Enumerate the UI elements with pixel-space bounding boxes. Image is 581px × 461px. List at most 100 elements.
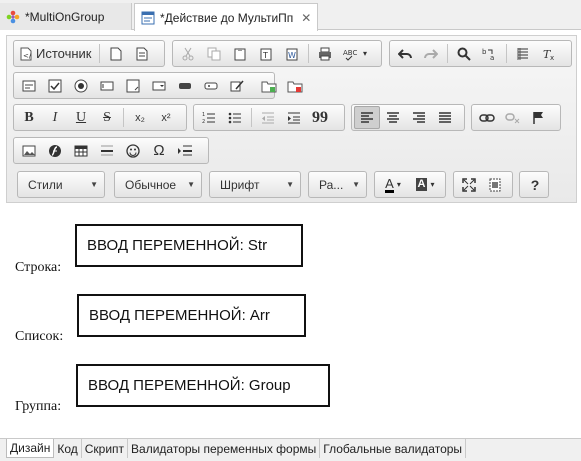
cut-button[interactable]	[175, 42, 201, 65]
text-color-icon: A	[385, 175, 394, 193]
font-dropdown[interactable]: Шрифт ▼	[209, 171, 301, 198]
justify-button[interactable]	[432, 106, 458, 129]
undo-button[interactable]	[392, 42, 418, 65]
maximize-button[interactable]	[456, 173, 482, 196]
radio-icon	[74, 79, 88, 92]
editor-tab-bar: *MultiOnGroup *Действие до МультиПп ✕	[0, 0, 581, 31]
subscript-button[interactable]: x₂	[127, 106, 153, 129]
radio-button[interactable]	[68, 74, 94, 97]
numbered-list-button[interactable]: 12	[196, 106, 222, 129]
paste-button[interactable]	[227, 42, 253, 65]
anchor-button[interactable]	[526, 106, 552, 129]
page-break-button[interactable]	[172, 139, 198, 162]
replace-icon: ba	[482, 48, 494, 61]
horizontal-rule-button[interactable]	[94, 139, 120, 162]
paste-text-button[interactable]: T	[253, 42, 279, 65]
unlink-button[interactable]	[500, 106, 526, 129]
bg-color-button[interactable]: A ▾	[409, 173, 441, 196]
close-icon[interactable]: ✕	[301, 11, 311, 25]
tab-script[interactable]: Скрипт	[82, 439, 129, 458]
bulleted-list-icon	[228, 112, 241, 123]
replace-button[interactable]: ba	[477, 42, 503, 65]
size-dropdown[interactable]: Ра... ▼	[308, 171, 367, 198]
flash-button[interactable]	[42, 139, 68, 162]
remove-format-icon: Tx	[543, 48, 554, 61]
remove-field-button[interactable]	[282, 74, 308, 97]
field-label-string: Строка:	[15, 260, 62, 275]
hidden-field-button[interactable]	[224, 74, 250, 97]
align-left-icon	[361, 111, 373, 123]
editor-content[interactable]: Строка: ВВОД ПЕРЕМЕННОЙ: Str Список: ВВО…	[0, 205, 581, 438]
find-button[interactable]	[451, 42, 477, 65]
blockquote-button[interactable]: 99	[307, 106, 333, 129]
styles-dropdown[interactable]: Стили ▼	[17, 171, 105, 198]
tab-multiongroup[interactable]: *MultiOnGroup	[0, 3, 132, 30]
tab-form-variable-validators[interactable]: Валидаторы переменных формы	[128, 439, 321, 458]
align-left-button[interactable]	[354, 106, 380, 129]
variable-input-group[interactable]: ВВОД ПЕРЕМЕННОЙ: Group	[76, 364, 330, 407]
preview-button[interactable]	[129, 42, 155, 65]
checkbox-icon	[48, 79, 62, 92]
select-button[interactable]	[146, 74, 172, 97]
bold-button[interactable]: B	[16, 106, 42, 129]
tab-action-before-multipp[interactable]: *Действие до МультиПп ✕	[134, 3, 318, 31]
links-group	[471, 104, 561, 131]
tab-global-validators[interactable]: Глобальные валидаторы	[320, 439, 467, 458]
new-page-button[interactable]	[103, 42, 129, 65]
variable-input-list[interactable]: ВВОД ПЕРЕМЕННОЙ: Arr	[77, 294, 306, 337]
indent-button[interactable]	[281, 106, 307, 129]
add-field-button[interactable]	[256, 74, 282, 97]
show-blocks-button[interactable]	[482, 173, 508, 196]
select-all-button[interactable]	[510, 42, 536, 65]
variable-input-string[interactable]: ВВОД ПЕРЕМЕННОЙ: Str	[75, 224, 303, 267]
link-icon	[479, 113, 495, 122]
tab-code[interactable]: Код	[54, 439, 82, 458]
form-button[interactable]	[16, 74, 42, 97]
copy-button[interactable]	[201, 42, 227, 65]
superscript-button[interactable]: x²	[153, 106, 179, 129]
source-icon: </>	[20, 47, 32, 60]
checkbox-button[interactable]	[42, 74, 68, 97]
special-char-button[interactable]: Ω	[146, 139, 172, 162]
help-button[interactable]: ?	[522, 173, 548, 196]
chevron-down-icon: ▼	[286, 180, 294, 189]
table-button[interactable]	[68, 139, 94, 162]
add-field-icon	[261, 81, 277, 92]
undo-icon	[398, 48, 412, 59]
textarea-button[interactable]	[120, 74, 146, 97]
align-center-button[interactable]	[380, 106, 406, 129]
link-button[interactable]	[474, 106, 500, 129]
tab-design[interactable]: Дизайн	[6, 439, 55, 458]
textarea-icon	[126, 79, 140, 92]
svg-text:2: 2	[202, 119, 205, 125]
strikethrough-button[interactable]: S	[94, 106, 120, 129]
forms-group	[13, 72, 303, 99]
source-button[interactable]: </> Источник	[16, 42, 96, 65]
form-icon	[22, 80, 36, 91]
clipboard-group: T W ABC ▾	[172, 40, 382, 67]
source-label: Источник	[36, 46, 92, 61]
button-icon	[179, 82, 191, 89]
redo-button[interactable]	[418, 42, 444, 65]
textfield-button[interactable]	[94, 74, 120, 97]
table-icon	[74, 145, 88, 156]
align-right-button[interactable]	[406, 106, 432, 129]
italic-button[interactable]: I	[42, 106, 68, 129]
print-button[interactable]	[312, 42, 338, 65]
text-color-button[interactable]: A ▾	[377, 173, 409, 196]
underline-button[interactable]: U	[68, 106, 94, 129]
remove-format-button[interactable]: Tx	[536, 42, 562, 65]
bulleted-list-button[interactable]	[222, 106, 248, 129]
outdent-button[interactable]	[255, 106, 281, 129]
basic-styles-group: B I U S x₂ x²	[13, 104, 187, 131]
image-icon	[22, 145, 36, 156]
image-button[interactable]	[16, 139, 42, 162]
size-label: Ра...	[319, 177, 344, 192]
paste-word-button[interactable]: W	[279, 42, 305, 65]
spellcheck-button[interactable]: ABC ▾	[338, 42, 372, 65]
spellcheck-icon: ABC	[343, 49, 357, 61]
smiley-button[interactable]	[120, 139, 146, 162]
image-button-button[interactable]	[198, 74, 224, 97]
format-dropdown[interactable]: Обычное ▼	[114, 171, 202, 198]
button-button[interactable]	[172, 74, 198, 97]
